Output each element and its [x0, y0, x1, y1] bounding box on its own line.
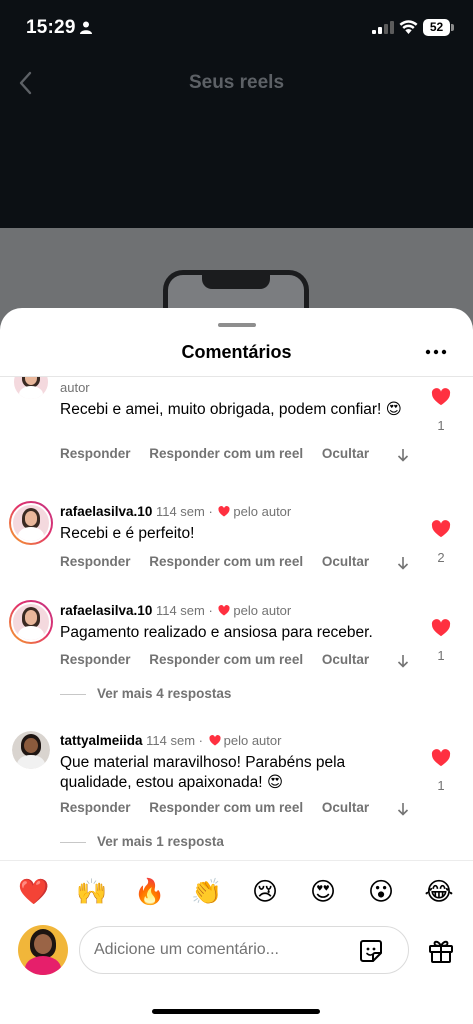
heart-icon[interactable] — [431, 619, 451, 637]
comment-time: 114 sem — [146, 733, 196, 748]
comment-text: Pagamento realizado e ansiosa para receb… — [60, 624, 373, 641]
arrow-down-icon[interactable] — [397, 448, 409, 462]
comment-time: 114 sem — [155, 504, 205, 519]
emoji-clapping[interactable]: 👏 — [190, 876, 224, 908]
reply-with-reel-button[interactable]: Responder com um reel — [149, 652, 303, 667]
comment-meta: rafaelasilva.10 114 sem · pelo autor — [60, 603, 292, 618]
comment-text: Que material maravilhoso! Parabéns pela … — [60, 754, 346, 791]
comment-input-placeholder: Adicione um comentário... — [94, 941, 279, 958]
emoji-raised-hands[interactable]: 🙌 — [75, 876, 109, 908]
arrow-down-icon[interactable] — [397, 654, 409, 668]
liked-by-author-label: pelo autor — [233, 504, 292, 519]
comment-text: Recebi e é perfeito! — [60, 525, 195, 542]
liked-by-author-heart-icon — [209, 735, 221, 746]
liked-by-author-label: pelo autor — [233, 603, 292, 618]
hide-button[interactable]: Ocultar — [322, 652, 369, 667]
emoji-fire[interactable]: 🔥 — [133, 876, 167, 908]
avatar-image — [11, 503, 51, 543]
wifi-icon — [399, 20, 418, 34]
screen-title: Seus reels — [188, 72, 285, 93]
avatar-image — [12, 377, 50, 401]
emoji-heart[interactable]: ❤️ — [17, 876, 51, 908]
gift-icon[interactable] — [427, 937, 455, 963]
commenter-avatar[interactable] — [12, 731, 50, 769]
comment-text: Recebi e amei, muito obrigada, podem con… — [60, 401, 402, 418]
like-count: 1 — [437, 418, 445, 433]
avatar-image — [11, 602, 51, 642]
commenter-avatar[interactable] — [12, 377, 50, 401]
hide-button[interactable]: Ocultar — [322, 554, 369, 569]
reply-with-reel-button[interactable]: Responder com um reel — [149, 554, 303, 569]
arrow-down-icon[interactable] — [397, 802, 409, 816]
heart-icon[interactable] — [431, 388, 451, 406]
more-options-icon[interactable] — [424, 346, 448, 358]
comments-list[interactable]: autor Recebi e amei, muito obrigada, pod… — [0, 377, 473, 861]
arrow-down-icon[interactable] — [397, 556, 409, 570]
signal-icon — [372, 21, 394, 34]
emoji-heart-eyes[interactable]: 😍 — [306, 876, 340, 908]
my-avatar — [18, 925, 68, 975]
battery-indicator: 52 — [423, 19, 450, 36]
comment-username[interactable]: tattyalmeiida — [60, 733, 143, 748]
preview-phone-notch — [202, 275, 270, 289]
comments-sheet: Comentários autor Recebi e amei, muito o… — [0, 308, 473, 1024]
person-icon — [80, 21, 92, 34]
emoji-laughing[interactable]: 😂 — [422, 876, 456, 908]
comment-username[interactable]: rafaelasilva.10 — [60, 603, 152, 618]
emoji-surprised[interactable]: 😮 — [364, 876, 398, 908]
like-count: 1 — [437, 648, 445, 663]
comment-input[interactable]: Adicione um comentário... — [79, 926, 409, 974]
heart-icon[interactable] — [431, 749, 451, 767]
sheet-title: Comentários — [181, 342, 292, 362]
status-bar: 15:29 52 — [0, 0, 473, 56]
liked-by-author-heart-icon — [218, 506, 230, 517]
sticker-icon[interactable] — [358, 938, 384, 964]
battery-nub — [451, 24, 454, 31]
comment-meta: tattyalmeiida 114 sem · pelo autor — [60, 733, 282, 748]
comment-actions: Responder Responder com um reel Ocultar — [60, 652, 384, 667]
liked-by-author-label: pelo autor — [223, 733, 282, 748]
view-more-replies-button[interactable]: Ver mais 4 respostas — [97, 686, 231, 701]
view-more-replies-button[interactable]: Ver mais 1 resposta — [97, 834, 224, 849]
reply-button[interactable]: Responder — [60, 446, 131, 461]
like-count: 2 — [437, 550, 445, 565]
comment-username[interactable]: rafaelasilva.10 — [60, 504, 152, 519]
comment-actions: Responder Responder com um reel Ocultar — [60, 800, 384, 815]
hide-button[interactable]: Ocultar — [322, 446, 369, 461]
composer-divider — [0, 860, 473, 861]
reply-with-reel-button[interactable]: Responder com um reel — [149, 800, 303, 815]
emoji-quick-bar: ❤️ 🙌 🔥 👏 😢 😍 😮 😂 — [0, 876, 473, 908]
emoji-crying[interactable]: 😢 — [248, 876, 282, 908]
author-badge: autor — [60, 380, 90, 395]
avatar-image — [12, 731, 50, 769]
status-time: 15:29 — [26, 17, 76, 38]
commenter-avatar[interactable] — [9, 501, 53, 545]
hide-button[interactable]: Ocultar — [322, 800, 369, 815]
heart-icon[interactable] — [431, 520, 451, 538]
replies-divider-line — [60, 842, 86, 843]
sheet-grabber[interactable] — [218, 323, 256, 327]
reply-with-reel-button[interactable]: Responder com um reel — [149, 446, 303, 461]
home-indicator — [152, 1009, 320, 1014]
reply-button[interactable]: Responder — [60, 800, 131, 815]
comment-actions: Responder Responder com um reel Ocultar — [60, 446, 384, 461]
comment-meta: rafaelasilva.10 114 sem · pelo autor — [60, 504, 292, 519]
reply-button[interactable]: Responder — [60, 554, 131, 569]
commenter-avatar[interactable] — [9, 600, 53, 644]
comment-actions: Responder Responder com um reel Ocultar — [60, 554, 384, 569]
comment-time: 114 sem — [155, 603, 205, 618]
liked-by-author-heart-icon — [218, 605, 230, 616]
replies-divider-line — [60, 694, 86, 695]
like-count: 1 — [437, 778, 445, 793]
reply-button[interactable]: Responder — [60, 652, 131, 667]
